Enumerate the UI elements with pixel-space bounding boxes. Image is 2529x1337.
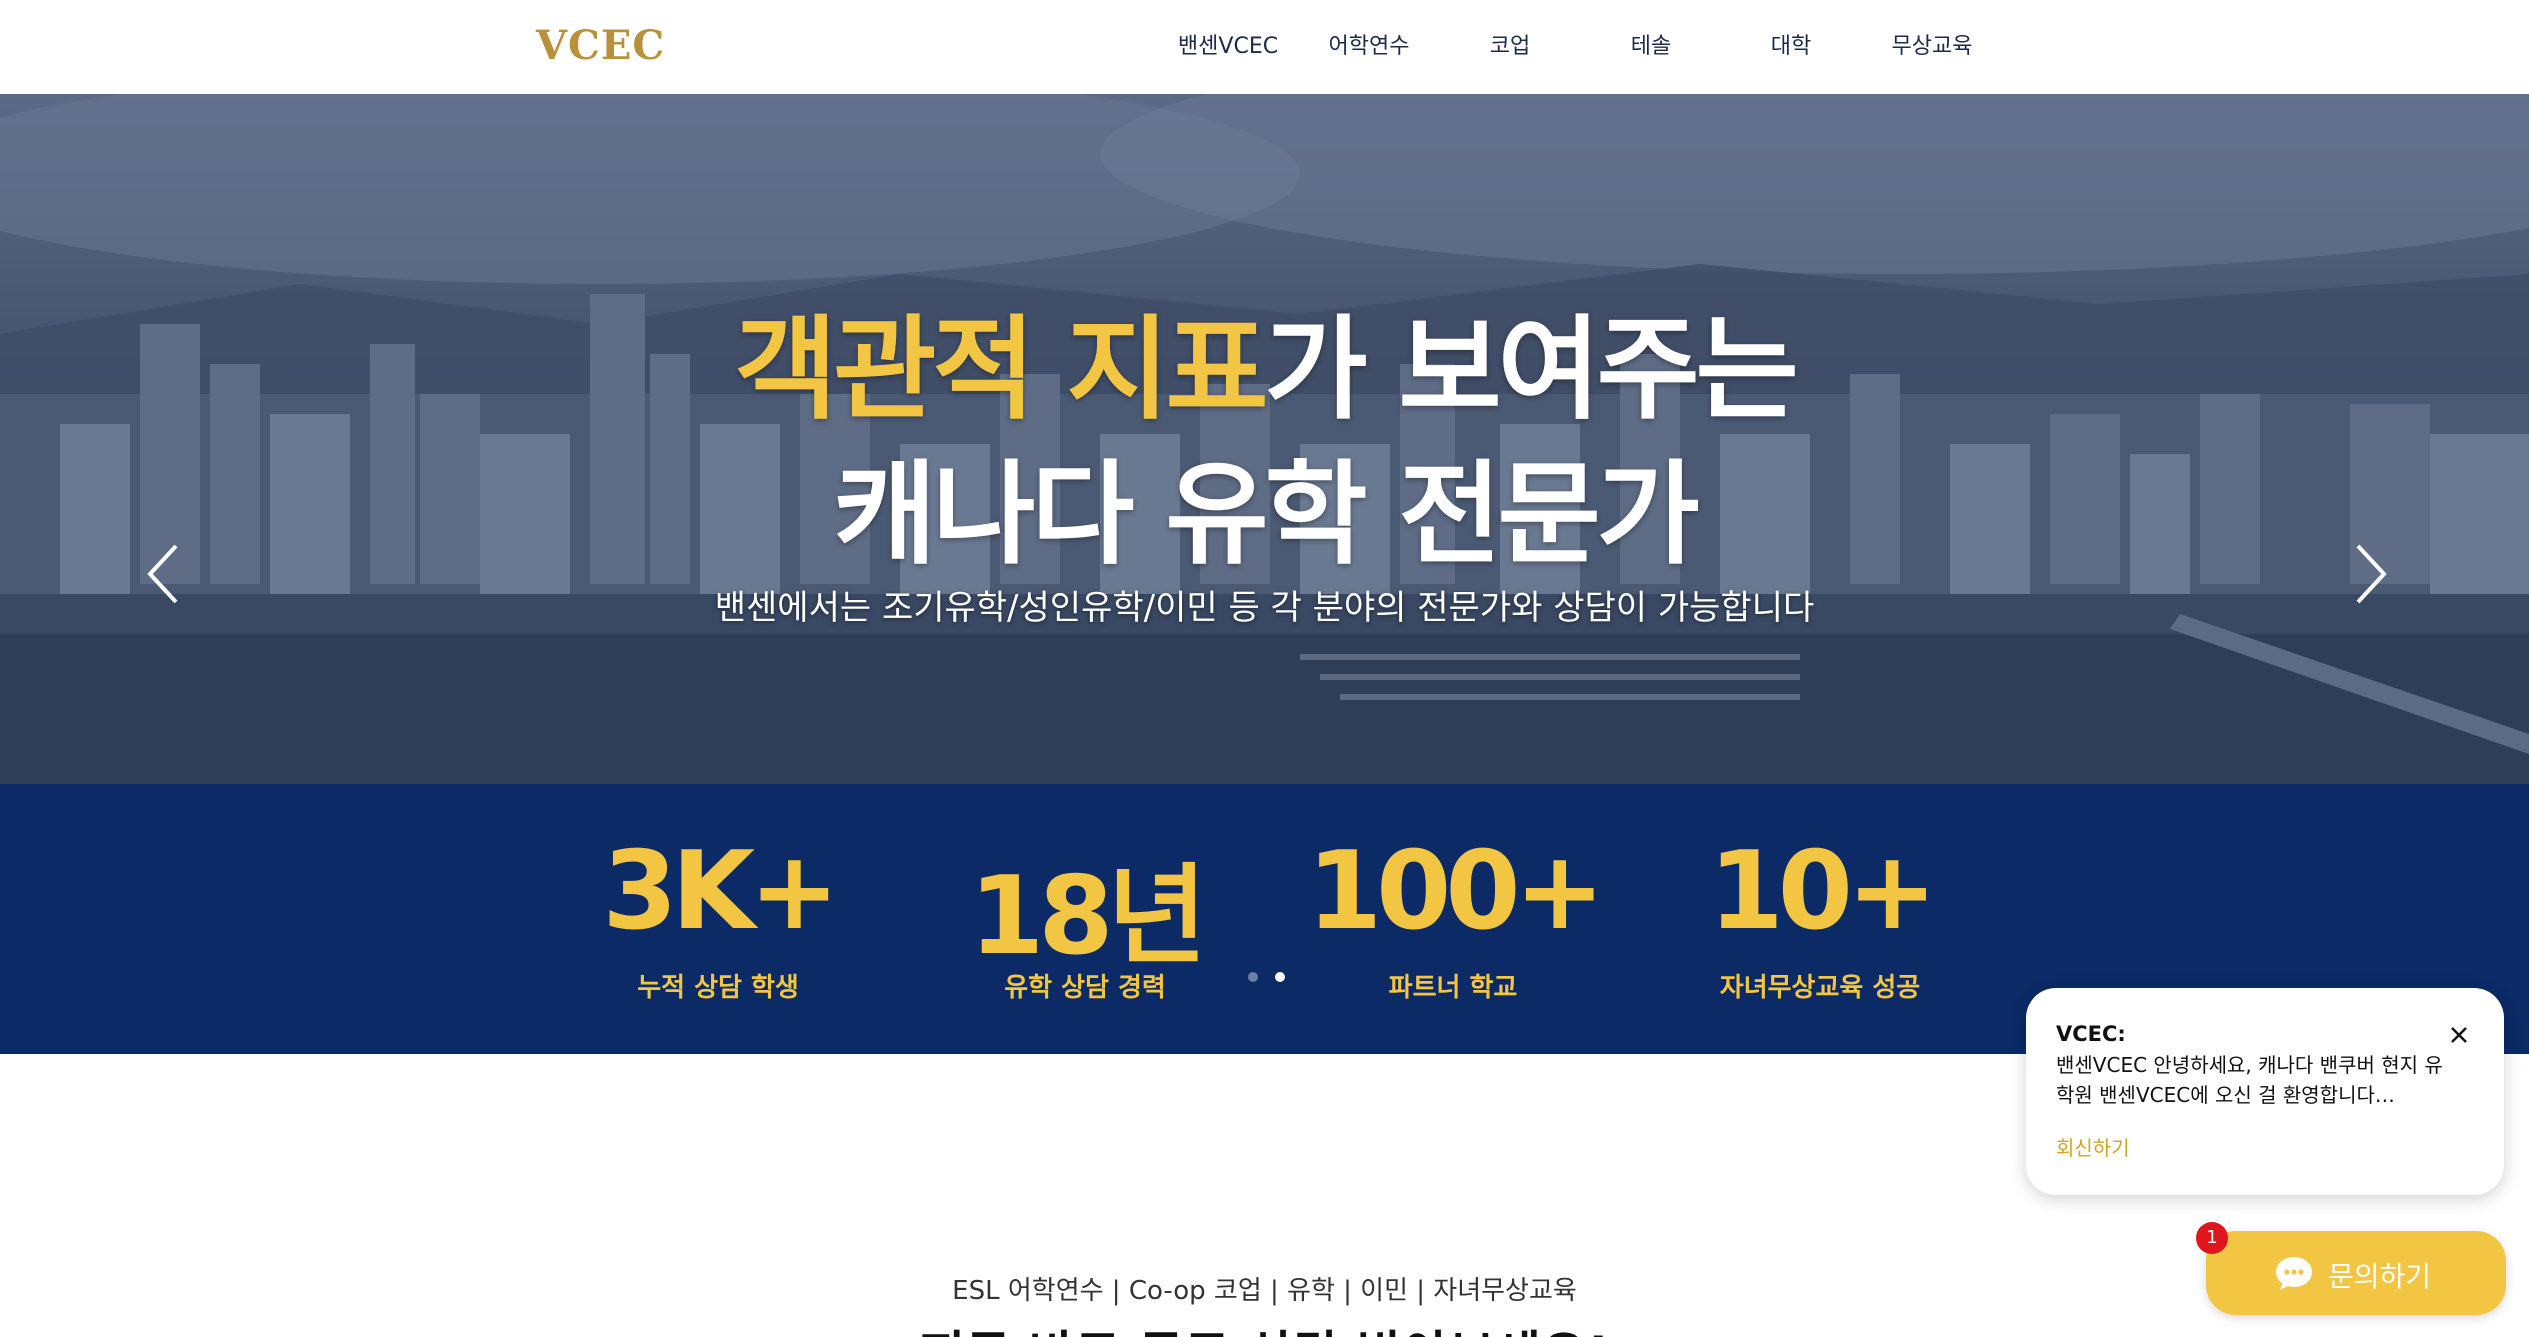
hero-title-line2: 캐나다 유학 전문가	[833, 450, 1699, 580]
hero-title-line1: 객관적 지표가 보여주는	[0, 279, 2529, 441]
vcec-logo[interactable]: VCEC	[536, 22, 665, 69]
chat-popup[interactable]: VCEC: 밴센VCEC 안녕하세요, 캐나다 밴쿠버 현지 유학원 밴센VCE…	[2026, 988, 2504, 1195]
close-icon[interactable]	[2444, 1020, 2474, 1050]
stat-value: 100+	[1307, 829, 1605, 954]
hero-subtitle: 밴센에서는 조기유학/성인유학/이민 등 각 분야의 전문가와 상담이 가능합니…	[714, 588, 1815, 628]
chat-button-label: 문의하기	[2328, 1260, 2432, 1293]
services-line: ESL 어학연수 | Co-op 코업 | 유학 | 이민 | 자녀무상교육	[952, 1276, 1577, 1306]
chat-bubble-icon	[2276, 1257, 2312, 1290]
stat-label: 유학 상담 경력	[1004, 973, 1166, 1003]
nav-item-vcec[interactable]: 밴센VCEC	[1158, 28, 1298, 60]
slider-dot-2[interactable]	[1275, 972, 1285, 982]
hero-banner: 객관적 지표가 보여주는 캐나다 유학 전문가 밴센에서는 조기유학/성인유학/…	[0, 94, 2529, 784]
stat-label: 파트너 학교	[1388, 973, 1518, 1003]
nav-item-university[interactable]: 대학	[1721, 28, 1861, 60]
cta-title: 지금 바로 무료 상담 받아보세요!	[0, 1315, 2529, 1337]
hero-title-highlight: 객관적 지표	[734, 305, 1268, 435]
nav-item-language-course[interactable]: 어학연수	[1299, 28, 1439, 60]
chat-sender: VCEC:	[2056, 1022, 2126, 1046]
stat-value: 3K+	[602, 829, 839, 954]
chat-button[interactable]: 문의하기	[2206, 1231, 2506, 1315]
chevron-right-icon[interactable]	[2340, 534, 2400, 614]
stat-value: 18년	[969, 854, 1207, 979]
site-header: VCEC 밴센VCEC 어학연수 코업 테솔 대학 무상교육	[0, 0, 2529, 94]
chevron-left-icon[interactable]	[134, 534, 194, 614]
stat-label: 자녀무상교육 성공	[1719, 973, 1921, 1003]
chat-message: 밴센VCEC 안녕하세요, 캐나다 밴쿠버 현지 유학원 밴센VCEC에 오신 …	[2056, 1053, 2443, 1107]
notification-badge: 1	[2196, 1222, 2228, 1254]
hero-title-line1-rest: 가 보여주는	[1264, 305, 1799, 435]
stat-label: 누적 상담 학생	[637, 973, 799, 1003]
nav-item-tesol[interactable]: 테솔	[1581, 28, 1721, 60]
chat-reply-link[interactable]: 회신하기	[2056, 1132, 2130, 1161]
stat-value: 10+	[1708, 829, 1938, 954]
nav-item-coop[interactable]: 코업	[1440, 28, 1580, 60]
slider-dot-1[interactable]	[1248, 972, 1258, 982]
nav-item-free-education[interactable]: 무상교육	[1862, 28, 2002, 60]
